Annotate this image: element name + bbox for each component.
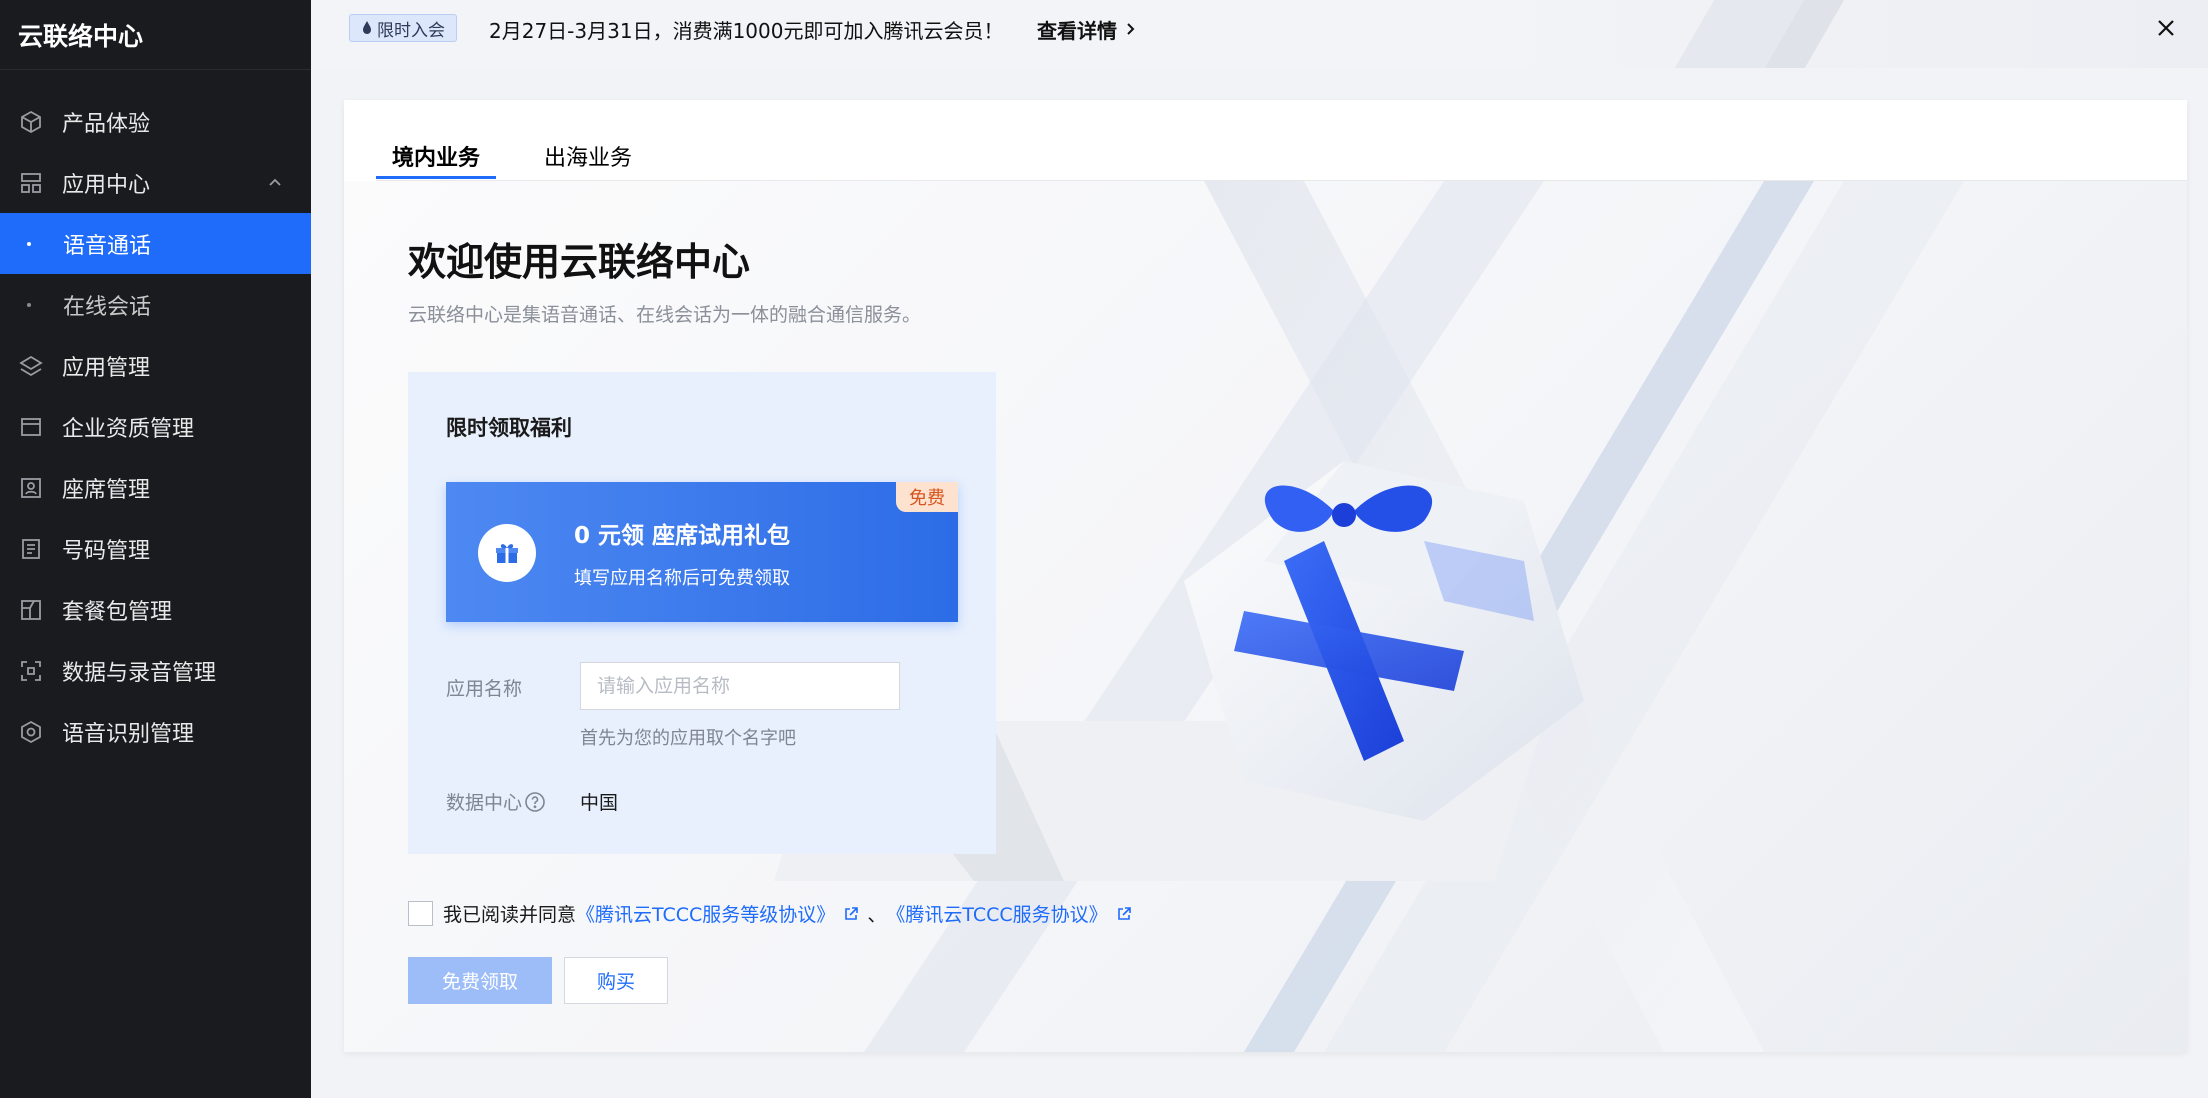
gift-title: 0 元领 座席试用礼包 xyxy=(574,523,791,549)
sidebar-item-label: 语音识别管理 xyxy=(62,721,195,747)
layers-icon xyxy=(18,353,44,379)
external-link-icon xyxy=(1117,906,1131,920)
sidebar-item-label: 应用中心 xyxy=(62,172,151,198)
page-subtitle: 云联络中心是集语音通话、在线会话为一体的融合通信服务。 xyxy=(408,304,922,326)
cube-icon xyxy=(18,109,44,135)
main-card: 境内业务 出海业务 欢迎使用云联络中心 云联络中心是集语音通话、在线会话为一体的… xyxy=(344,100,2187,1052)
promo-tag-label: 限时入会 xyxy=(377,20,445,41)
chevron-right-icon xyxy=(1127,23,1135,35)
data-center-label: 数据中心 xyxy=(446,792,523,814)
sidebar-item-app-management[interactable]: 应用管理 xyxy=(0,335,311,396)
benefit-panel: 限时领取福利 免费 0 元领 座席试用礼包 填写应用名称后可免费领取 应用名称 … xyxy=(408,372,996,854)
sidebar-item-label: 应用管理 xyxy=(62,355,151,381)
gift-circle xyxy=(478,524,536,582)
promo-details-label: 查看详情 xyxy=(1037,18,1117,43)
panel-title: 限时领取福利 xyxy=(446,416,572,440)
agreement-prefix: 我已阅读并同意 xyxy=(443,904,577,926)
sidebar-item-label: 在线会话 xyxy=(63,294,152,320)
grid-app-icon xyxy=(18,170,44,196)
tab-active-indicator xyxy=(376,176,496,179)
gift-description: 填写应用名称后可免费领取 xyxy=(574,568,790,589)
promo-details-link[interactable]: 查看详情 xyxy=(1037,14,1137,44)
sidebar-item-label: 企业资质管理 xyxy=(62,416,195,442)
sidebar-item-label: 语音通话 xyxy=(63,233,152,259)
tab-label: 出海业务 xyxy=(544,146,633,171)
data-center-value: 中国 xyxy=(580,792,619,814)
promo-tag: 限时入会 xyxy=(349,14,457,42)
bullet-dot xyxy=(27,241,31,246)
agreement-checkbox[interactable] xyxy=(408,901,433,926)
page-title: 欢迎使用云联络中心 xyxy=(408,240,751,284)
agreement-separator: 、 xyxy=(867,904,887,926)
agreement-row: 我已阅读并同意 《腾讯云TCCC服务等级协议》 、 《腾讯云TCCC服务协议》 xyxy=(408,900,1140,927)
app-name-label: 应用名称 xyxy=(446,678,523,700)
close-icon[interactable] xyxy=(2154,16,2178,40)
tab-label: 境内业务 xyxy=(392,146,481,171)
folder-icon xyxy=(18,414,44,440)
sidebar-item-speech-recognition[interactable]: 语音识别管理 xyxy=(0,701,311,762)
scan-icon xyxy=(18,658,44,684)
package-icon xyxy=(18,597,44,623)
sidebar-item-online-chat[interactable]: 在线会话 xyxy=(0,274,311,335)
tab-overseas[interactable]: 出海业务 xyxy=(544,140,632,180)
app-name-input[interactable] xyxy=(580,662,900,710)
sidebar-item-label: 座席管理 xyxy=(62,477,151,503)
sidebar-item-number-management[interactable]: 号码管理 xyxy=(0,518,311,579)
sidebar: 云联络中心 产品体验 应用中心 语音通话 在线会话 应用管理 企业资质管理 座席… xyxy=(0,0,311,1098)
sla-agreement-link[interactable]: 《腾讯云TCCC服务等级协议》 xyxy=(576,900,867,927)
drop-icon xyxy=(363,21,371,34)
free-badge: 免费 xyxy=(896,482,958,512)
bullet-dot xyxy=(27,302,31,307)
chevron-up-icon[interactable] xyxy=(267,175,283,191)
sidebar-item-enterprise-qualification[interactable]: 企业资质管理 xyxy=(0,396,311,457)
sidebar-nav: 产品体验 应用中心 语音通话 在线会话 应用管理 企业资质管理 座席管理 号码管… xyxy=(0,70,311,762)
sidebar-item-product-experience[interactable]: 产品体验 xyxy=(0,91,311,152)
sidebar-item-app-center[interactable]: 应用中心 xyxy=(0,152,311,213)
tab-domestic[interactable]: 境内业务 xyxy=(392,140,480,180)
sidebar-item-label: 数据与录音管理 xyxy=(62,660,217,686)
service-agreement-link[interactable]: 《腾讯云TCCC服务协议》 xyxy=(886,900,1139,927)
sidebar-item-label: 套餐包管理 xyxy=(62,599,173,625)
business-tabs: 境内业务 出海业务 xyxy=(376,100,2187,181)
user-card-icon xyxy=(18,475,44,501)
sidebar-title: 云联络中心 xyxy=(0,0,311,70)
sidebar-item-label: 产品体验 xyxy=(62,111,151,137)
document-icon xyxy=(18,536,44,562)
sidebar-item-voice-call[interactable]: 语音通话 xyxy=(0,213,311,274)
promo-banner: 限时入会 2月27日-3月31日，消费满1000元即可加入腾讯云会员！ 查看详情 xyxy=(311,0,2208,68)
gift-card: 免费 0 元领 座席试用礼包 填写应用名称后可免费领取 xyxy=(446,482,958,622)
sidebar-item-label: 号码管理 xyxy=(62,538,151,564)
promo-text: 2月27日-3月31日，消费满1000元即可加入腾讯云会员！ xyxy=(489,18,1004,43)
app-name-hint: 首先为您的应用取个名字吧 xyxy=(580,728,796,749)
sidebar-item-seat-management[interactable]: 座席管理 xyxy=(0,457,311,518)
sidebar-item-package-management[interactable]: 套餐包管理 xyxy=(0,579,311,640)
data-center-label-row: 数据中心 xyxy=(446,788,546,815)
free-claim-button[interactable]: 免费领取 xyxy=(408,957,552,1004)
gear-hex-icon xyxy=(18,719,44,745)
sidebar-item-data-recording[interactable]: 数据与录音管理 xyxy=(0,640,311,701)
sla-agreement-label: 《腾讯云TCCC服务等级协议》 xyxy=(576,904,836,926)
help-icon[interactable] xyxy=(524,791,546,813)
purchase-button[interactable]: 购买 xyxy=(564,957,668,1004)
service-agreement-label: 《腾讯云TCCC服务协议》 xyxy=(886,904,1108,926)
gift-icon xyxy=(496,544,518,563)
external-link-icon xyxy=(845,906,859,920)
